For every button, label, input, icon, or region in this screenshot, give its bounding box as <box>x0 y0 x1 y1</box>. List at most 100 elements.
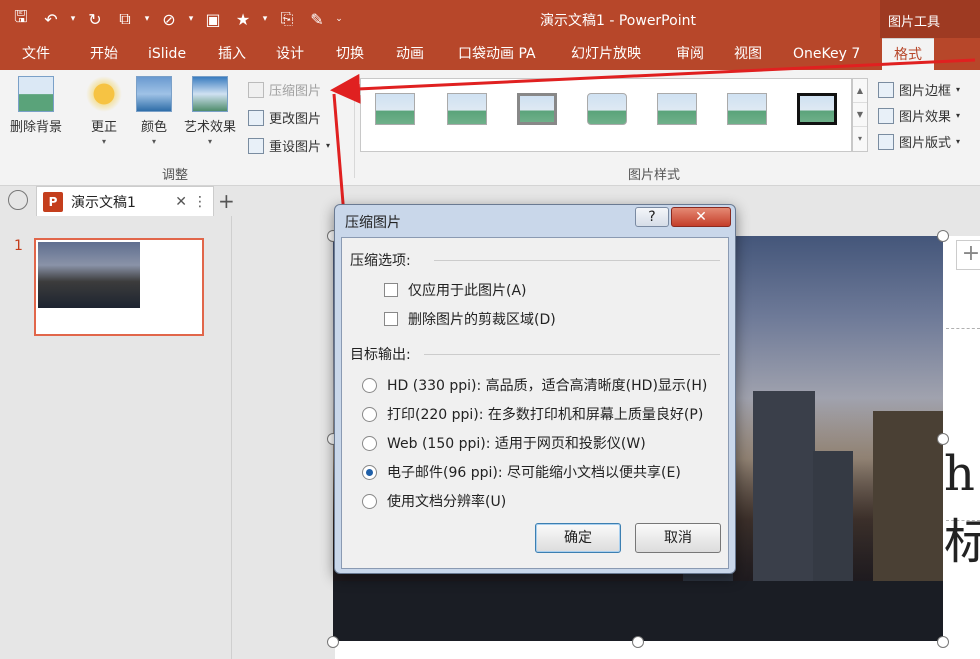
radio-document-resolution[interactable]: 使用文档分辨率(U) <box>362 491 506 511</box>
save-icon[interactable]: 🖫 <box>8 6 34 32</box>
sun-icon <box>86 76 122 112</box>
group-separator <box>354 78 355 178</box>
radio-button[interactable] <box>362 377 377 393</box>
resize-handle[interactable] <box>937 636 949 648</box>
redo-icon[interactable]: ↻ <box>82 6 108 32</box>
resize-handle[interactable] <box>632 636 644 648</box>
delete-crop-checkbox[interactable]: 删除图片的剪裁区域(D) <box>384 309 556 329</box>
resize-handle[interactable] <box>937 433 949 445</box>
undo-icon[interactable]: ↶ <box>38 6 64 32</box>
corrections-button[interactable]: 更正 ▾ <box>84 76 124 146</box>
tab-islide[interactable]: iSlide <box>148 38 186 70</box>
close-tab-icon[interactable]: ✕ <box>175 194 187 210</box>
navigation-icon[interactable] <box>8 190 28 210</box>
reset-dropdown-icon: ▾ <box>326 141 331 150</box>
radio-print-label: 打印(220 ppi): 在多数打印机和屏幕上质量良好(P) <box>387 407 704 423</box>
gallery-up-icon[interactable]: ▲ <box>853 79 867 103</box>
slide-thumbnail[interactable] <box>34 238 204 336</box>
picture-layout-label: 图片版式 <box>899 136 952 151</box>
picture-style-6[interactable] <box>727 93 767 125</box>
star-icon[interactable]: ★ <box>230 6 256 32</box>
ribbon: 删除背景 更正 ▾ 颜色 ▾ 艺术效果 ▾ 压缩图片 更改图片 重设图片 ▾ 调… <box>0 70 980 186</box>
tab-insert[interactable]: 插入 <box>218 38 246 70</box>
reset-picture-label: 重设图片 <box>269 140 322 155</box>
remove-background-button[interactable]: 删除背景 <box>4 76 68 135</box>
tab-format[interactable]: 格式 <box>882 38 934 70</box>
picture-style-4[interactable] <box>587 93 627 125</box>
star-dropdown-icon[interactable]: ▾ <box>260 6 270 32</box>
layout-icon <box>878 133 894 150</box>
apply-only-checkbox[interactable]: 仅应用于此图片(A) <box>384 280 527 300</box>
quick-access-toolbar: 🖫 ↶ ▾ ↻ ⧉ ▾ ⊘ ▾ ▣ ★ ▾ ⎘ ✎ ⌄ <box>8 6 344 32</box>
cancel-button[interactable]: 取消 <box>635 523 721 553</box>
picture-style-7[interactable] <box>797 93 837 125</box>
change-picture-button[interactable]: 更改图片 <box>248 108 321 127</box>
no-dropdown-icon[interactable]: ▾ <box>186 6 196 32</box>
slide-title-text[interactable]: h标 <box>944 446 980 572</box>
picture-border-label: 图片边框 <box>899 84 952 99</box>
radio-button[interactable] <box>362 493 377 509</box>
resize-handle[interactable] <box>327 636 339 648</box>
picture-style-2[interactable] <box>447 93 487 125</box>
radio-web[interactable]: Web (150 ppi): 适用于网页和投影仪(W) <box>362 433 646 453</box>
effects-dropdown-icon: ▾ <box>956 111 961 120</box>
add-element-icon[interactable]: + <box>956 240 980 270</box>
radio-button[interactable] <box>362 406 377 422</box>
radio-document-resolution-label: 使用文档分辨率(U) <box>387 494 507 510</box>
picture-effects-label: 图片效果 <box>899 110 952 125</box>
tab-file[interactable]: 文件 <box>22 38 50 70</box>
reset-picture-button[interactable]: 重设图片 ▾ <box>248 136 330 155</box>
tab-menu-icon[interactable]: ⋮ <box>193 194 207 210</box>
radio-print[interactable]: 打印(220 ppi): 在多数打印机和屏幕上质量良好(P) <box>362 404 703 424</box>
new-tab-icon[interactable]: + <box>218 189 235 213</box>
radio-hd[interactable]: HD (330 ppi): 高品质，适合高清晰度(HD)显示(H) <box>362 375 707 395</box>
radio-button-selected[interactable] <box>362 464 377 480</box>
picture-style-5[interactable] <box>657 93 697 125</box>
target-output-heading: 目标输出: <box>350 347 411 363</box>
gallery-scroll[interactable]: ▲ ▼ ▾ <box>852 78 868 152</box>
radio-email[interactable]: 电子邮件(96 ppi): 尽可能缩小文档以便共享(E) <box>362 462 681 482</box>
tab-animations[interactable]: 动画 <box>396 38 424 70</box>
copy-icon[interactable]: ⎘ <box>274 6 300 32</box>
slide-number: 1 <box>14 238 23 254</box>
tab-onekey[interactable]: OneKey 7 <box>793 38 860 70</box>
format-dropdown-icon[interactable]: ▾ <box>142 6 152 32</box>
color-button[interactable]: 颜色 ▾ <box>134 76 174 146</box>
tab-design[interactable]: 设计 <box>276 38 304 70</box>
picture-style-1[interactable] <box>375 93 415 125</box>
tab-review[interactable]: 审阅 <box>676 38 704 70</box>
picture-layout-button[interactable]: 图片版式 ▾ <box>878 132 960 151</box>
document-tab[interactable]: P 演示文稿1 ✕ ⋮ <box>36 186 214 216</box>
magic-wand-icon[interactable]: ✎ <box>304 6 330 32</box>
customize-qat-icon[interactable]: ⌄ <box>334 6 344 32</box>
artistic-dropdown-icon: ▾ <box>207 137 212 146</box>
artistic-effects-icon <box>192 76 228 112</box>
close-button[interactable]: ✕ <box>671 207 731 227</box>
tab-view[interactable]: 视图 <box>734 38 762 70</box>
gallery-more-icon[interactable]: ▾ <box>853 127 867 151</box>
help-button[interactable]: ? <box>635 207 669 227</box>
no-icon[interactable]: ⊘ <box>156 6 182 32</box>
compress-pictures-button[interactable]: 压缩图片 <box>248 80 321 99</box>
gallery-down-icon[interactable]: ▼ <box>853 103 867 127</box>
artistic-effects-button[interactable]: 艺术效果 ▾ <box>180 76 240 146</box>
checkbox-box[interactable] <box>384 312 398 326</box>
tab-slideshow[interactable]: 幻灯片放映 <box>571 38 641 70</box>
present-icon[interactable]: ▣ <box>200 6 226 32</box>
tab-transitions[interactable]: 切换 <box>336 38 364 70</box>
group-adjust-label: 调整 <box>162 168 189 183</box>
radio-button[interactable] <box>362 435 377 451</box>
artistic-effects-label: 艺术效果 <box>183 120 236 135</box>
ok-button[interactable]: 确定 <box>535 523 621 553</box>
tab-home[interactable]: 开始 <box>90 38 118 70</box>
checkbox-box[interactable] <box>384 283 398 297</box>
undo-dropdown-icon[interactable]: ▾ <box>68 6 78 32</box>
picture-border-button[interactable]: 图片边框 ▾ <box>878 80 960 99</box>
format-painter-icon[interactable]: ⧉ <box>112 6 138 32</box>
tab-pocket-animation[interactable]: 口袋动画 PA <box>458 38 536 70</box>
compress-icon <box>248 81 264 98</box>
corrections-label: 更正 <box>90 120 117 135</box>
resize-handle[interactable] <box>937 230 949 242</box>
picture-style-3[interactable] <box>517 93 557 125</box>
picture-effects-button[interactable]: 图片效果 ▾ <box>878 106 960 125</box>
